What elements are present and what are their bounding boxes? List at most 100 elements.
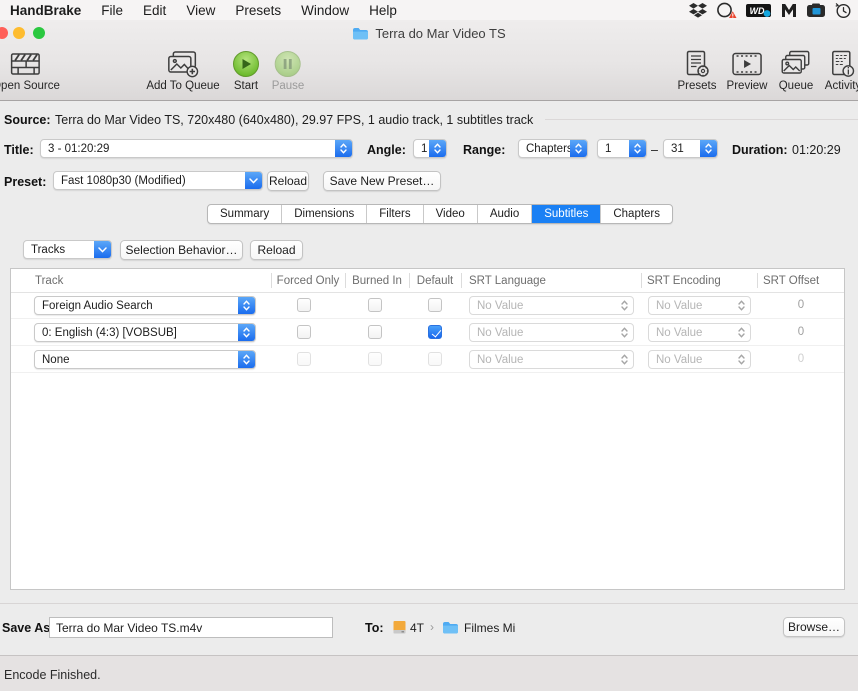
srt-language-popup: No Value <box>469 350 634 369</box>
column-header-default[interactable]: Default <box>409 269 461 292</box>
forced-only-checkbox[interactable] <box>297 298 311 312</box>
activity-icon <box>830 49 856 78</box>
track-popup[interactable]: None <box>34 350 256 369</box>
malwarebytes-icon[interactable] <box>781 3 797 18</box>
column-header-track[interactable]: Track <box>35 269 63 292</box>
separator <box>0 603 858 604</box>
toolbar-activity-label: Activity <box>824 80 858 92</box>
srt-language-value: No Value <box>477 353 524 366</box>
toolbar-start-label: Start <box>233 80 259 92</box>
time-machine-icon[interactable] <box>835 2 852 19</box>
section-tabs: Summary Dimensions Filters Video Audio S… <box>207 204 674 224</box>
track-popup[interactable]: 0: English (4:3) [VOBSUB] <box>34 323 256 342</box>
separator <box>757 273 758 288</box>
start-icon <box>233 49 259 78</box>
window-title: Terra do Mar Video TS <box>375 25 506 41</box>
subtitles-table: Track Forced Only Burned In Default SRT … <box>10 268 845 590</box>
selection-behavior-button[interactable]: Selection Behavior… <box>120 240 243 260</box>
toolbar-presets[interactable]: Presets <box>678 49 717 92</box>
range-to-popup[interactable]: 31 <box>663 139 718 158</box>
destination-folder[interactable]: Filmes Mi <box>464 621 515 635</box>
track-popup-value: Foreign Audio Search <box>42 299 153 312</box>
menu-status-icons: WD <box>689 0 852 20</box>
menu-edit[interactable]: Edit <box>143 3 166 18</box>
stepper-icon <box>335 140 352 157</box>
srt-offset-value: 0 <box>797 326 805 338</box>
reload-tracks-button[interactable]: Reload <box>250 240 303 260</box>
to-label: To: <box>365 621 384 635</box>
toolbar-preview[interactable]: Preview <box>726 49 768 92</box>
menu-window[interactable]: Window <box>301 3 349 18</box>
tab-subtitles[interactable]: Subtitles <box>532 205 602 223</box>
default-checkbox <box>428 352 442 366</box>
folder-proxy-icon[interactable] <box>352 27 369 40</box>
separator <box>345 273 346 288</box>
tab-summary[interactable]: Summary <box>208 205 283 223</box>
toolbar-presets-label: Presets <box>677 80 717 92</box>
menu-app-handbrake[interactable]: HandBrake <box>10 3 81 18</box>
angle-label: Angle: <box>367 143 406 157</box>
srt-encoding-popup: No Value <box>648 350 751 369</box>
column-header-forced-only[interactable]: Forced Only <box>271 269 345 292</box>
creative-cloud-alert-icon[interactable] <box>716 2 737 19</box>
reload-preset-button[interactable]: Reload <box>267 171 309 191</box>
toolbar-pause: Pause <box>272 49 304 92</box>
tracks-menu-label: Tracks <box>31 243 66 256</box>
range-to-value: 31 <box>671 142 684 155</box>
column-header-burned-in[interactable]: Burned In <box>345 269 409 292</box>
range-dash: – <box>651 143 658 157</box>
tracks-menu-popup[interactable]: Tracks <box>23 240 112 259</box>
stepper-icon <box>733 324 750 341</box>
track-popup[interactable]: Foreign Audio Search <box>34 296 256 315</box>
drive-icon <box>392 620 407 635</box>
menu-presets[interactable]: Presets <box>235 3 281 18</box>
save-as-filename-input[interactable] <box>49 617 333 638</box>
range-from-value: 1 <box>605 142 612 155</box>
destination-drive[interactable]: 4T <box>410 621 424 635</box>
title-popup[interactable]: 3 - 01:20:29 <box>40 139 353 158</box>
tab-video[interactable]: Video <box>424 205 478 223</box>
toolbar-add-to-queue[interactable]: Add To Queue <box>146 49 220 92</box>
tab-dimensions[interactable]: Dimensions <box>282 205 368 223</box>
range-type-popup[interactable]: Chapters <box>518 139 588 158</box>
tab-filters[interactable]: Filters <box>367 205 424 223</box>
save-as-label: Save As: <box>2 621 55 635</box>
tab-chapters[interactable]: Chapters <box>601 205 672 223</box>
separator <box>641 273 642 288</box>
stepper-icon <box>616 351 633 368</box>
stepper-icon <box>238 351 255 368</box>
save-new-preset-button[interactable]: Save New Preset… <box>323 171 441 191</box>
camera-icon[interactable] <box>806 3 826 18</box>
browse-button[interactable]: Browse… <box>783 617 845 637</box>
default-checkbox[interactable] <box>428 298 442 312</box>
burned-in-checkbox[interactable] <box>368 325 382 339</box>
default-checkbox[interactable] <box>428 325 442 339</box>
range-from-popup[interactable]: 1 <box>597 139 647 158</box>
range-label: Range: <box>463 143 506 157</box>
wd-icon[interactable]: WD <box>746 3 772 18</box>
separator <box>409 273 410 288</box>
menu-file[interactable]: File <box>101 3 123 18</box>
toolbar-activity[interactable]: Activity <box>825 49 858 92</box>
menu-view[interactable]: View <box>186 3 215 18</box>
title-label: Title: <box>4 143 34 157</box>
burned-in-checkbox[interactable] <box>368 298 382 312</box>
duration-value: 01:20:29 <box>792 143 841 157</box>
toolbar-preview-label: Preview <box>726 80 768 92</box>
srt-language-popup: No Value <box>469 323 634 342</box>
srt-language-value: No Value <box>477 326 524 339</box>
toolbar-start[interactable]: Start <box>233 49 259 92</box>
toolbar-open-source[interactable]: Open Source <box>0 49 60 92</box>
column-header-srt-language[interactable]: SRT Language <box>469 269 546 292</box>
menu-help[interactable]: Help <box>369 3 397 18</box>
angle-popup[interactable]: 1 <box>413 139 447 158</box>
column-header-srt-encoding[interactable]: SRT Encoding <box>647 269 721 292</box>
tab-audio[interactable]: Audio <box>478 205 533 223</box>
column-header-srt-offset[interactable]: SRT Offset <box>763 269 819 292</box>
toolbar-queue[interactable]: Queue <box>779 49 813 92</box>
separator <box>545 119 858 120</box>
dropbox-icon[interactable] <box>689 2 707 18</box>
preset-popup[interactable]: Fast 1080p30 (Modified) <box>53 171 263 190</box>
preset-popup-value: Fast 1080p30 (Modified) <box>61 174 186 187</box>
forced-only-checkbox[interactable] <box>297 325 311 339</box>
